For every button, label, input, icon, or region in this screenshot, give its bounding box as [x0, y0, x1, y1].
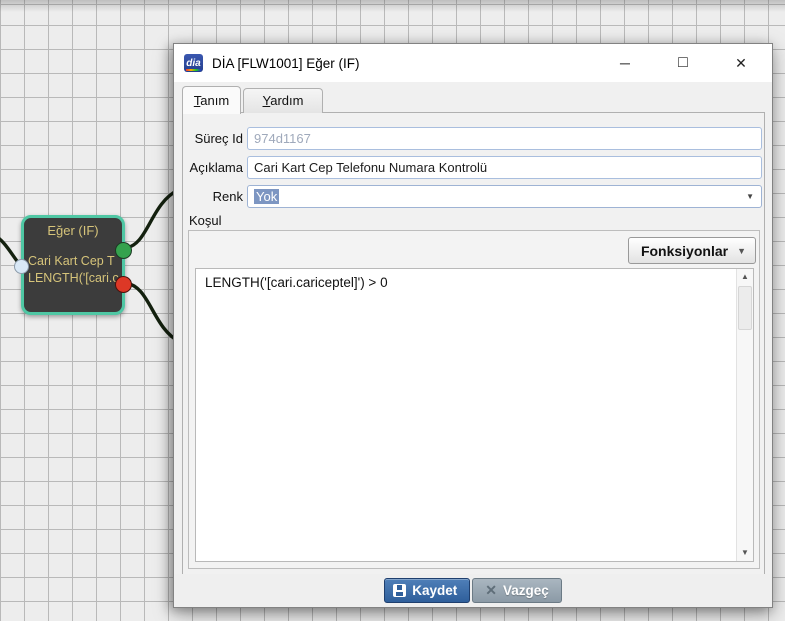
node-eger-if[interactable]: Eğer (IF) Cari Kart Cep T LENGTH('[cari.… [14, 215, 132, 315]
edge-false-out [123, 281, 182, 344]
fonksiyonlar-button[interactable]: Fonksiyonlar ▼ [627, 237, 756, 264]
dialog-eger-if: dia DİA [FLW1001] Eğer (IF) ─ □ ✕ Tanım … [173, 43, 773, 608]
node-expression-line: LENGTH('[cari.c [28, 271, 119, 285]
node-input-port[interactable] [14, 259, 29, 274]
node-true-output-port[interactable] [115, 242, 132, 259]
dia-icon-rainbow-strip [186, 69, 201, 71]
fonksiyonlar-dropdown-icon: ▼ [737, 245, 746, 256]
node-description-line: Cari Kart Cep T [28, 254, 115, 268]
node-body: Cari Kart Cep T LENGTH('[cari.c [24, 253, 122, 287]
window-controls: ─ □ ✕ [611, 44, 755, 82]
vazgec-button[interactable]: ✕ Vazgeç [472, 578, 562, 603]
scroll-up-icon[interactable]: ▲ [737, 269, 753, 285]
tab-yardim[interactable]: Yardım [243, 88, 323, 113]
renk-combobox[interactable]: Yok ▼ [247, 185, 762, 208]
dialog-titlebar[interactable]: dia DİA [FLW1001] Eğer (IF) ─ □ ✕ [174, 44, 772, 82]
scrollbar-thumb[interactable] [738, 286, 752, 330]
kosul-expression-editor[interactable]: LENGTH('[cari.cariceptel]') > 0 ▲ ▼ [195, 268, 754, 562]
vazgec-button-label: Vazgeç [502, 583, 549, 598]
cancel-x-icon: ✕ [485, 582, 497, 598]
tab-panel-tanim: Süreç Id 974d1167 Açıklama Cari Kart Cep… [182, 112, 765, 576]
scroll-down-icon[interactable]: ▼ [737, 545, 753, 561]
chevron-down-icon[interactable]: ▼ [746, 192, 754, 201]
surec-id-label: Süreç Id [194, 131, 243, 146]
node-false-output-port[interactable] [115, 276, 132, 293]
kaydet-button-label: Kaydet [412, 583, 458, 598]
aciklama-value: Cari Kart Cep Telefonu Numara Kontrolü [254, 160, 488, 175]
edge-true-out [123, 188, 180, 250]
tab-bar: Tanım Yardım [182, 85, 323, 114]
save-icon [393, 584, 407, 597]
close-icon[interactable]: ✕ [727, 54, 755, 72]
dia-icon-text: dia [186, 57, 201, 69]
maximize-icon[interactable]: □ [669, 54, 697, 72]
kaydet-button[interactable]: Kaydet [384, 578, 471, 603]
surec-id-field[interactable]: 974d1167 [247, 127, 762, 150]
surec-id-value: 974d1167 [254, 131, 311, 146]
tab-tanim[interactable]: Tanım [182, 86, 241, 114]
kosul-group-label: Koşul [189, 213, 222, 228]
fonksiyonlar-button-label: Fonksiyonlar [640, 242, 729, 259]
aciklama-label: Açıklama [189, 160, 243, 175]
aciklama-field[interactable]: Cari Kart Cep Telefonu Numara Kontrolü [247, 156, 762, 179]
dia-app-icon: dia [184, 54, 203, 72]
renk-label: Renk [212, 189, 243, 204]
node-title: Eğer (IF) [47, 223, 99, 238]
flow-canvas[interactable]: Eğer (IF) Cari Kart Cep T LENGTH('[cari.… [0, 0, 785, 621]
editor-vertical-scrollbar[interactable]: ▲ ▼ [736, 269, 753, 561]
kosul-expression-text: LENGTH('[cari.cariceptel]') > 0 [205, 275, 388, 290]
renk-selected-value: Yok [254, 189, 280, 204]
dialog-footer: Kaydet ✕ Vazgeç [174, 574, 772, 607]
tab-yardim-rest: ardım [270, 93, 304, 108]
minimize-icon[interactable]: ─ [611, 54, 639, 72]
tab-tanim-rest: anım [200, 93, 230, 108]
kosul-group: Fonksiyonlar ▼ LENGTH('[cari.cariceptel]… [188, 230, 760, 569]
window-title: DİA [FLW1001] Eğer (IF) [212, 55, 360, 71]
